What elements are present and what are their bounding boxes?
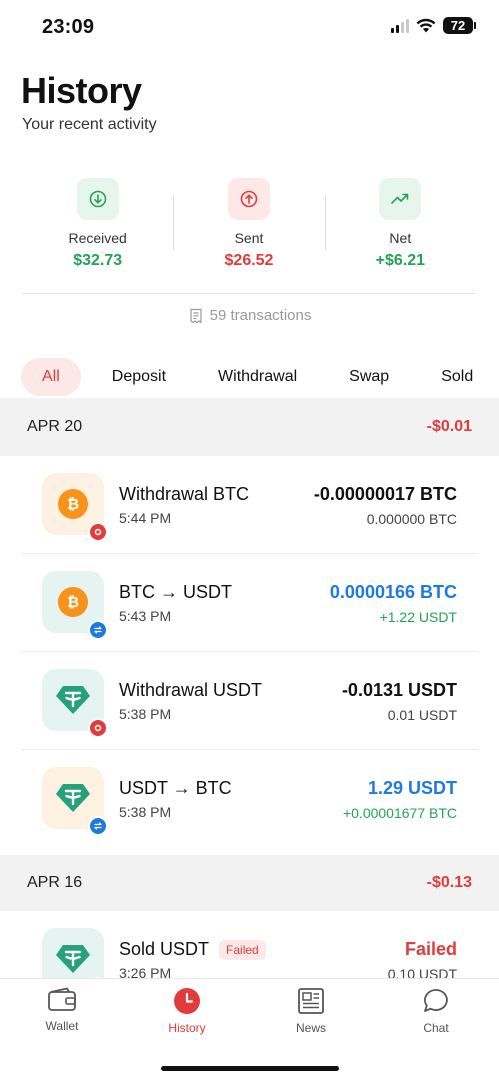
transaction-time: 5:44 PM xyxy=(119,510,172,526)
withdrawal-badge-icon xyxy=(88,522,108,542)
section-header: APR 16 -$0.13 xyxy=(0,855,499,911)
bottom-nav: Wallet History News Chat xyxy=(0,978,499,1080)
wallet-icon xyxy=(48,987,76,1011)
transaction-subamount: 0.10 USDT xyxy=(387,966,457,978)
nav-wallet-label: Wallet xyxy=(45,1019,79,1033)
status-bar: 23:09 72 xyxy=(0,0,499,56)
nav-news[interactable]: News xyxy=(261,987,361,1035)
status-icons: 72 xyxy=(391,17,476,34)
section-date: APR 20 xyxy=(27,418,83,435)
nav-wallet[interactable]: Wallet xyxy=(12,987,112,1033)
nav-history[interactable]: History xyxy=(137,987,237,1035)
transaction-row[interactable]: USDT → BTC 5:38 PM 1.29 USDT +0.00001677… xyxy=(22,750,478,848)
svg-text:₿: ₿ xyxy=(67,495,79,513)
transaction-time: 5:38 PM xyxy=(119,804,172,820)
net-value: +$6.21 xyxy=(375,252,426,269)
cellular-signal-icon xyxy=(391,18,409,33)
svg-text:₿: ₿ xyxy=(67,593,79,611)
clock-icon xyxy=(174,988,200,1014)
net-label: Net xyxy=(389,230,412,246)
transaction-row[interactable]: ₿ Withdrawal BTC 5:44 PM -0.00000017 BTC… xyxy=(22,456,478,554)
nav-chat-label: Chat xyxy=(423,1021,449,1035)
transaction-row[interactable]: Withdrawal USDT 5:38 PM -0.0131 USDT 0.0… xyxy=(22,652,478,750)
sent-label: Sent xyxy=(234,230,264,246)
transaction-count-label: 59 transactions xyxy=(209,307,312,324)
transaction-title: Withdrawal BTC xyxy=(119,484,250,504)
transaction-subamount: 0.000000 BTC xyxy=(366,511,457,527)
tab-swap[interactable]: Swap xyxy=(349,358,389,396)
transaction-subamount: +0.00001677 BTC xyxy=(342,805,457,821)
nav-history-label: History xyxy=(168,1021,206,1035)
swap-badge-icon xyxy=(88,816,108,836)
transaction-subamount: 0.01 USDT xyxy=(387,707,457,723)
withdrawal-badge-icon xyxy=(88,718,108,738)
arrow-up-circle-icon xyxy=(227,178,270,220)
summary-sent: Sent $26.52 xyxy=(173,178,324,278)
newspaper-icon xyxy=(298,988,324,1014)
tab-withdrawal[interactable]: Withdrawal xyxy=(218,358,297,396)
summary-net: Net +$6.21 xyxy=(324,178,476,278)
battery-indicator: 72 xyxy=(443,17,476,34)
section-total: -$0.13 xyxy=(426,874,472,891)
swap-badge-icon xyxy=(88,620,108,640)
transaction-title: Withdrawal USDT xyxy=(119,680,263,700)
sent-value: $26.52 xyxy=(224,252,274,269)
transaction-title: USDT → BTC xyxy=(119,778,232,798)
transaction-amount: 1.29 USDT xyxy=(367,778,457,798)
transaction-amount: 0.0000166 BTC xyxy=(329,582,457,602)
section-header: APR 20 -$0.01 xyxy=(0,398,499,456)
received-label: Received xyxy=(68,230,127,246)
tab-sold[interactable]: Sold xyxy=(441,358,473,396)
transaction-row[interactable]: ₿ BTC → USDT 5:43 PM 0.0000166 BTC +1.22… xyxy=(22,554,478,652)
status-time: 23:09 xyxy=(42,16,95,38)
transaction-title: BTC → USDT xyxy=(119,582,233,602)
tab-all[interactable]: All xyxy=(21,358,81,396)
nav-news-label: News xyxy=(295,1021,326,1035)
tab-deposit[interactable]: Deposit xyxy=(112,358,166,396)
summary-divider xyxy=(22,293,476,294)
transaction-amount: Failed xyxy=(404,939,457,959)
transaction-time: 5:43 PM xyxy=(119,608,172,624)
transaction-count: 59 transactions xyxy=(0,307,499,324)
transaction-row[interactable]: Sold USDT Failed 3:26 PM Failed 0.10 USD… xyxy=(22,911,478,978)
usdt-coin-icon xyxy=(42,928,104,978)
section-date: APR 16 xyxy=(27,874,83,891)
transaction-time: 5:38 PM xyxy=(119,706,172,722)
wifi-icon xyxy=(416,18,436,33)
activity-summary: Received $32.73 Sent $26.52 Net +$6.21 xyxy=(22,178,476,278)
transaction-amount: -0.00000017 BTC xyxy=(313,484,457,504)
transaction-amount: -0.0131 USDT xyxy=(341,680,457,700)
page-subtitle: Your recent activity xyxy=(22,116,157,133)
transaction-time: 3:26 PM xyxy=(119,965,172,978)
failed-status-badge: Failed xyxy=(219,939,266,960)
page-title: History xyxy=(21,70,142,111)
trending-up-icon xyxy=(379,178,422,220)
transaction-title: Sold USDT Failed xyxy=(119,939,266,960)
section-total: -$0.01 xyxy=(426,418,472,435)
filter-tabs: All Deposit Withdrawal Swap Sold xyxy=(21,358,499,396)
nav-chat[interactable]: Chat xyxy=(386,987,486,1035)
home-indicator xyxy=(161,1066,339,1071)
transaction-subamount: +1.22 USDT xyxy=(379,609,457,625)
receipt-icon xyxy=(190,308,202,323)
received-value: $32.73 xyxy=(73,252,123,269)
arrow-down-circle-icon xyxy=(76,178,119,220)
chat-bubble-icon xyxy=(424,989,448,1012)
summary-received: Received $32.73 xyxy=(22,178,173,278)
